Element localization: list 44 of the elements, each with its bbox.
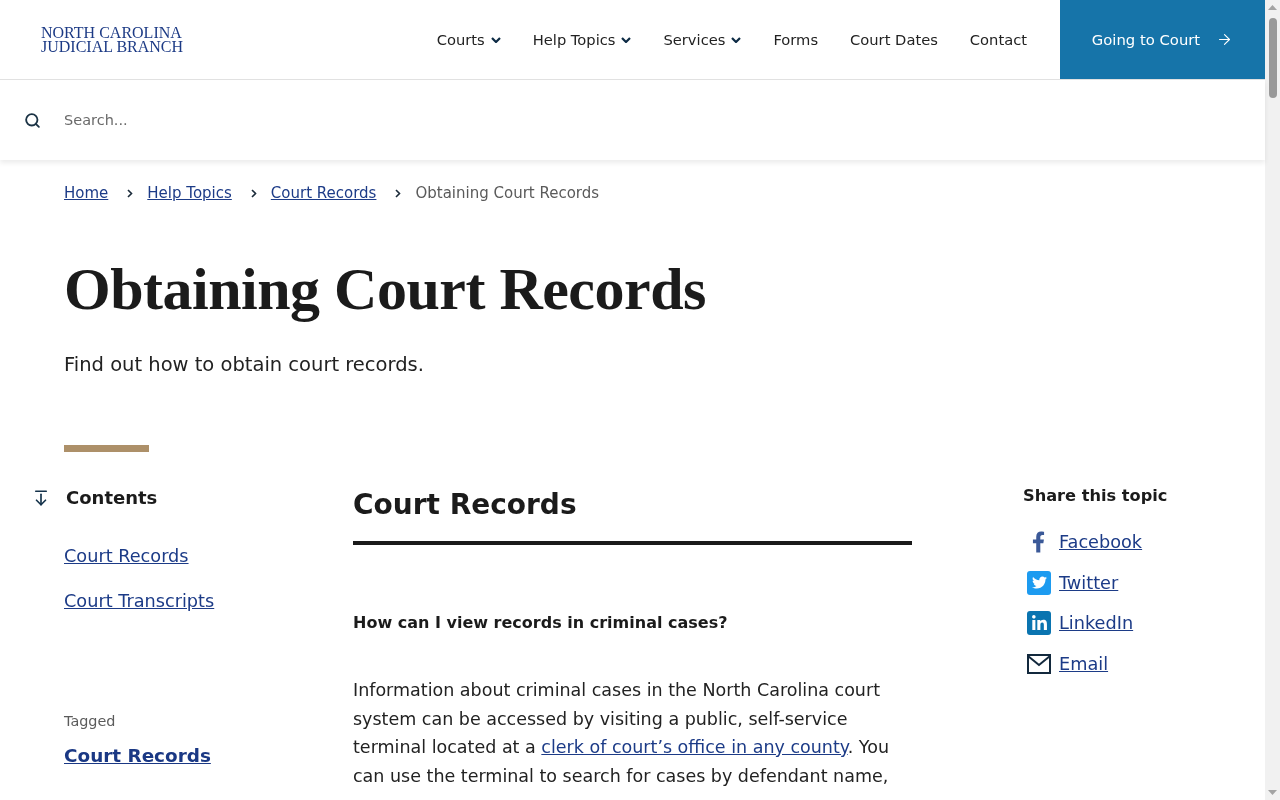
facebook-icon [1032, 531, 1045, 554]
breadcrumb-link[interactable]: Help Topics [147, 183, 232, 203]
question-heading: How can I view records in criminal cases? [353, 612, 728, 634]
share-link[interactable]: Twitter [1059, 570, 1119, 595]
envelope-icon [1027, 653, 1051, 674]
twitter-icon [1027, 570, 1051, 595]
breadcrumb-current: Obtaining Court Records [415, 183, 600, 203]
scrollbar[interactable] [1265, 0, 1280, 800]
contents-link[interactable]: Court Records [64, 534, 189, 579]
contents-heading: Contents [66, 486, 158, 510]
nav-link[interactable]: Courts [436, 29, 501, 50]
nav-link[interactable]: Contact [969, 29, 1027, 50]
scroll-up-arrow-icon[interactable] [1268, 5, 1277, 10]
tagged-label: Tagged [64, 712, 116, 731]
chevron-right-icon [127, 188, 134, 198]
share-link[interactable]: LinkedIn [1059, 611, 1134, 636]
linkedin-icon [1027, 611, 1051, 636]
body-paragraph: Information about criminal cases in the North Carolina court system can be accessed by visiting a public, self-service terminal located at a clerk of court’s office in any county. You can use the terminal to search for cases by defendant name, [353, 679, 890, 788]
site-logo[interactable]: NORTH CAROLINA JUDICIAL BRANCH [41, 25, 184, 54]
breadcrumb-link[interactable]: Home [64, 183, 109, 203]
page-summary: Find out how to obtain court records. [64, 352, 424, 378]
search-field[interactable]: Search... [64, 100, 1265, 140]
nav-link[interactable]: Services [663, 29, 742, 50]
share-link[interactable]: Email [1059, 651, 1109, 676]
chevron-right-icon [250, 188, 257, 198]
scrollbar-thumb[interactable] [1268, 18, 1277, 98]
section-heading: Court Records [353, 487, 577, 523]
contents-link[interactable]: Court Transcripts [64, 579, 215, 624]
search-icon [24, 111, 41, 129]
chevron-right-icon [395, 188, 402, 198]
inline-link[interactable]: clerk of court’s office in any county [541, 737, 848, 757]
chevron-down-icon [490, 36, 501, 43]
scroll-down-arrow-icon[interactable] [1268, 790, 1277, 795]
breadcrumb-link[interactable]: Court Records [270, 183, 377, 203]
tag-link[interactable]: Court Records [64, 741, 211, 771]
share-link[interactable]: Facebook [1059, 530, 1143, 555]
share-heading: Share this topic [1023, 485, 1168, 507]
page-title: Obtaining Court Records [64, 256, 706, 322]
going-to-court-button[interactable]: Going to Court [1060, 0, 1265, 79]
nav-link[interactable]: Forms [773, 29, 819, 50]
nav-link[interactable]: Court Dates [850, 29, 938, 50]
nav-link[interactable]: Help Topics [532, 29, 632, 50]
chevron-down-icon [621, 36, 632, 43]
chevron-down-icon [731, 36, 742, 43]
